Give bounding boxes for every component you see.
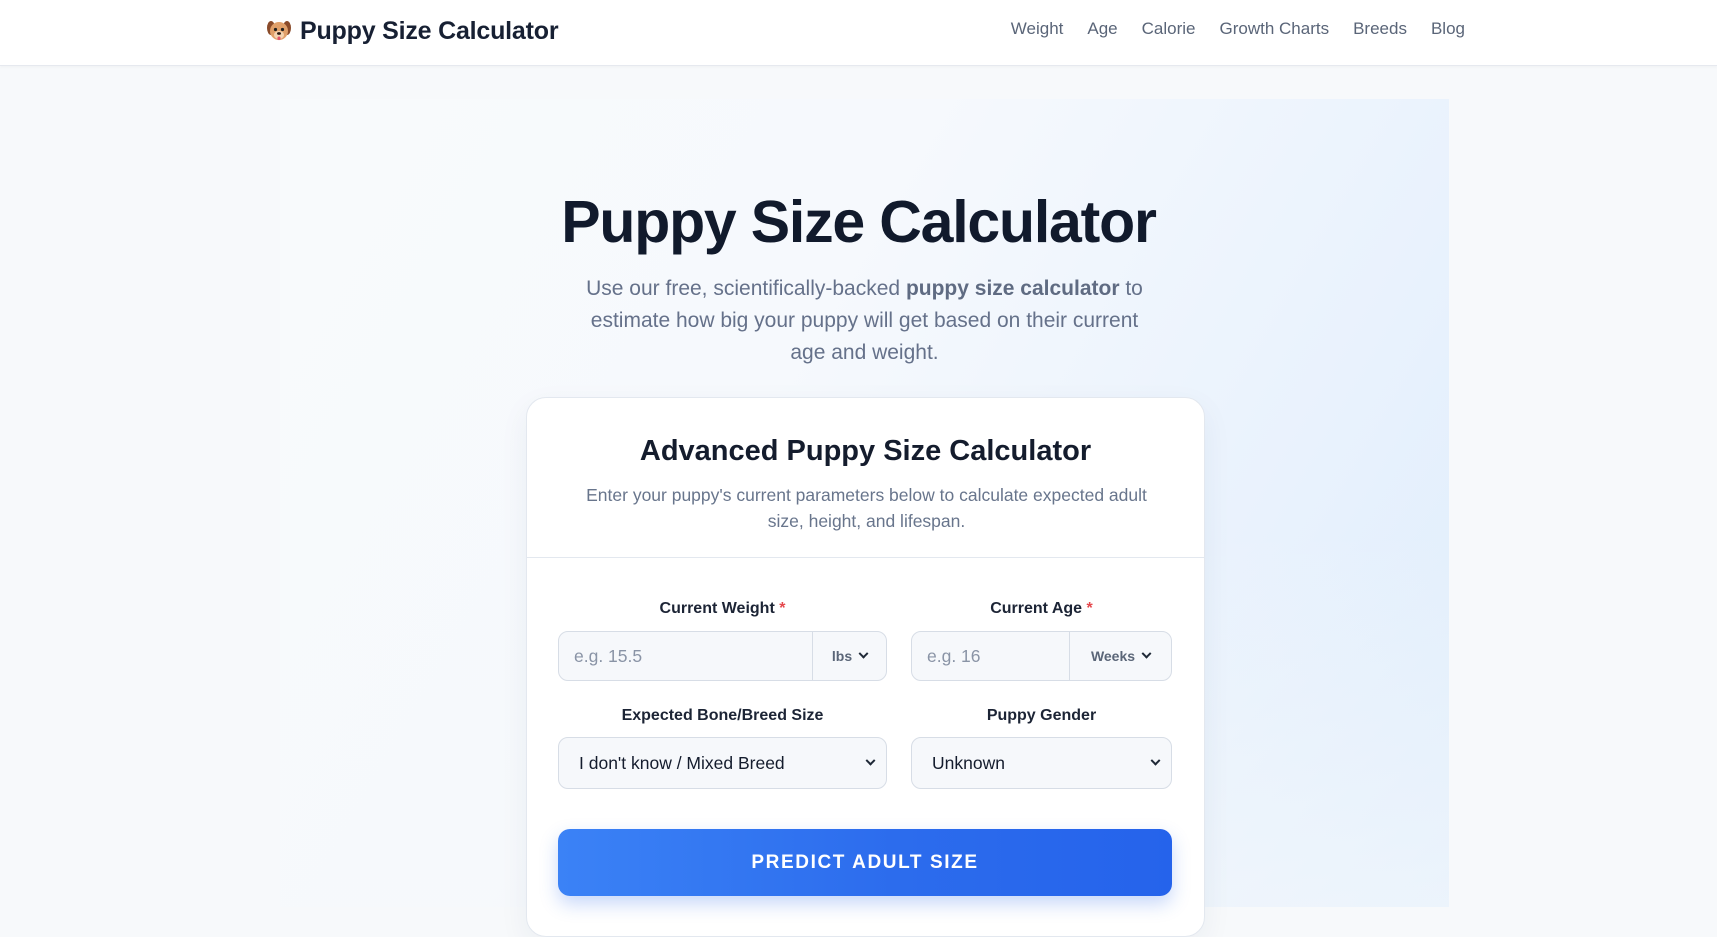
current-weight-field: e.g. 15.5 lbs — [558, 631, 887, 681]
current-age-label-text: Current Age — [990, 600, 1083, 617]
age-unit-select[interactable]: Weeks — [1070, 632, 1171, 680]
calculator-card-header: Advanced Puppy Size Calculator Enter you… — [527, 398, 1204, 558]
current-age-label: Current Age * — [911, 600, 1172, 618]
required-asterisk: * — [779, 600, 786, 617]
age-unit-value: Weeks — [1090, 648, 1136, 664]
current-age-input[interactable]: e.g. 16 — [912, 632, 1070, 680]
chevron-down-icon — [1150, 755, 1161, 766]
hero-subtitle: Use our free, scientifically-backed pupp… — [573, 273, 1156, 369]
puppy-gender-label: Puppy Gender — [986, 707, 1097, 724]
brand-title: Puppy Size Calculator — [300, 16, 559, 45]
current-weight-label: Current Weight * — [558, 600, 887, 618]
weight-unit-value: lbs — [831, 648, 853, 664]
predict-adult-size-button[interactable]: PREDICT ADULT SIZE — [558, 829, 1172, 896]
hero-subtitle-lead: Use our free, scientifically-backed — [586, 277, 906, 300]
chevron-down-icon — [865, 755, 876, 766]
page-title: Puppy Size Calculator — [561, 189, 1157, 255]
calculator-title: Advanced Puppy Size Calculator — [639, 435, 1092, 467]
calculator-description: Enter your puppy's current parameters be… — [586, 485, 1147, 531]
nav-link-blog[interactable]: Blog — [1431, 19, 1465, 39]
puppy-gender-select[interactable]: Unknown — [911, 737, 1172, 789]
puppy-face-icon — [266, 18, 292, 44]
breed-size-label: Expected Bone/Breed Size — [621, 707, 824, 724]
weight-unit-select[interactable]: lbs — [813, 632, 886, 680]
brand-logo-link[interactable]: Puppy Size Calculator — [266, 15, 559, 47]
nav-link-weight[interactable]: Weight — [1011, 19, 1064, 39]
nav-link-age[interactable]: Age — [1087, 19, 1117, 39]
nav-link-calorie[interactable]: Calorie — [1142, 19, 1196, 39]
puppy-gender-selected-value: Unknown — [932, 752, 1005, 773]
current-age-field: e.g. 16 Weeks — [911, 631, 1172, 681]
breed-size-select[interactable]: I don't know / Mixed Breed — [558, 737, 887, 789]
nav-link-breeds[interactable]: Breeds — [1353, 19, 1407, 39]
chevron-down-icon — [858, 648, 869, 659]
main-nav: Weight Age Calorie Growth Charts Breeds … — [1011, 19, 1465, 39]
nav-link-growth-charts[interactable]: Growth Charts — [1220, 19, 1330, 39]
chevron-down-icon — [1141, 648, 1152, 659]
current-weight-input[interactable]: e.g. 15.5 — [559, 632, 813, 680]
top-navigation-bar: Puppy Size Calculator Weight Age Calorie… — [0, 0, 1717, 66]
breed-size-selected-value: I don't know / Mixed Breed — [579, 752, 785, 773]
hero-subtitle-keyword: puppy size calculator — [905, 277, 1120, 300]
required-asterisk: * — [1086, 600, 1093, 617]
current-weight-label-text: Current Weight — [659, 600, 775, 617]
